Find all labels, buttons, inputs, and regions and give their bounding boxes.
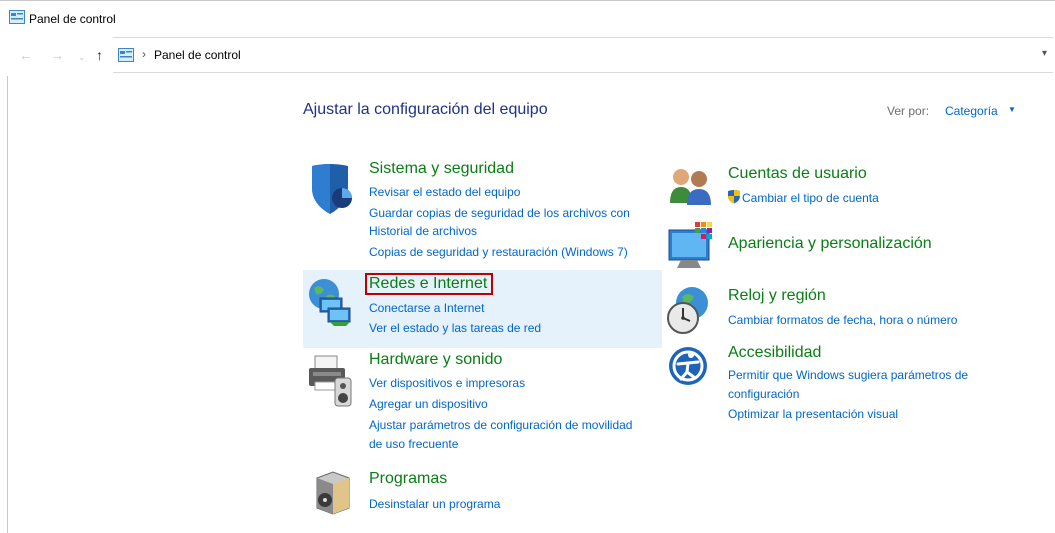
link-backup-restore-windows7[interactable]: Copias de seguridad y restauración (Wind…	[369, 245, 628, 259]
link-add-device[interactable]: Agregar un dispositivo	[369, 397, 488, 411]
link-mobility-settings[interactable]: Ajustar parámetros de configuración de m…	[369, 418, 632, 432]
link-connect-internet[interactable]: Conectarse a Internet	[369, 301, 484, 315]
category-title-accessibility[interactable]: Accesibilidad	[728, 344, 821, 362]
link-change-date-time-formats[interactable]: Cambiar formatos de fecha, hora o número	[728, 313, 957, 327]
category-title-user-accounts[interactable]: Cuentas de usuario	[728, 165, 867, 183]
title-bar: Panel de control	[0, 0, 1055, 36]
monitor-palette-icon[interactable]	[667, 220, 715, 277]
control-panel-icon	[9, 10, 25, 27]
programs-box-icon[interactable]	[313, 468, 353, 521]
category-title-programs[interactable]: Programas	[369, 470, 447, 488]
view-by-dropdown[interactable]: Categoría ▼	[943, 100, 1024, 124]
category-title-hardware-sound[interactable]: Hardware y sonido	[369, 351, 502, 369]
window-border	[7, 76, 8, 533]
address-bar[interactable]: › Panel de control ▾	[113, 37, 1053, 73]
breadcrumb-separator-icon[interactable]: ›	[142, 47, 146, 61]
link-mobility-settings-cont[interactable]: de uso frecuente	[369, 437, 458, 451]
link-change-account-type[interactable]: Cambiar el tipo de cuenta	[742, 191, 879, 205]
users-icon[interactable]	[668, 165, 714, 212]
category-title-system-security[interactable]: Sistema y seguridad	[369, 160, 514, 178]
link-uninstall-program[interactable]: Desinstalar un programa	[369, 497, 500, 511]
address-dropdown-chevron-icon[interactable]: ▾	[1042, 48, 1047, 59]
category-title-network-internet[interactable]: Redes e Internet	[369, 275, 487, 293]
category-title-appearance-personalization[interactable]: Apariencia y personalización	[728, 235, 932, 253]
network-globe-icon[interactable]	[306, 276, 354, 333]
page-title: Ajustar la configuración del equipo	[303, 101, 548, 118]
printer-speaker-icon[interactable]	[307, 352, 355, 413]
link-network-status-tasks[interactable]: Ver el estado y las tareas de red	[369, 321, 541, 335]
link-devices-printers[interactable]: Ver dispositivos e impresoras	[369, 376, 525, 390]
link-windows-suggest-settings[interactable]: Permitir que Windows sugiera parámetros …	[728, 368, 968, 382]
up-arrow-icon[interactable]: ↑	[96, 48, 103, 62]
window-title: Panel de control	[29, 12, 116, 26]
dropdown-caret-icon[interactable]: ▼	[1008, 105, 1016, 114]
recent-locations-chevron-icon[interactable]: ⌄	[78, 50, 86, 64]
view-by-value[interactable]: Categoría	[945, 104, 998, 118]
forward-arrow-icon[interactable]: →	[50, 48, 64, 62]
link-windows-suggest-settings-cont[interactable]: configuración	[728, 387, 799, 401]
shield-icon[interactable]	[308, 162, 356, 221]
link-check-computer-status[interactable]: Revisar el estado del equipo	[369, 185, 520, 199]
uac-shield-icon	[727, 189, 741, 209]
view-by-label: Ver por:	[887, 104, 930, 118]
clock-globe-icon[interactable]	[666, 285, 712, 342]
accessibility-icon[interactable]	[668, 346, 708, 391]
link-optimize-visual-display[interactable]: Optimizar la presentación visual	[728, 407, 898, 421]
control-panel-icon	[118, 48, 134, 67]
back-arrow-icon[interactable]: ←	[19, 48, 33, 62]
breadcrumb[interactable]: Panel de control	[154, 48, 241, 62]
category-title-clock-region[interactable]: Reloj y región	[728, 287, 826, 305]
link-file-history[interactable]: Historial de archivos	[369, 224, 477, 238]
link-save-backup-copies[interactable]: Guardar copias de seguridad de los archi…	[369, 206, 630, 220]
